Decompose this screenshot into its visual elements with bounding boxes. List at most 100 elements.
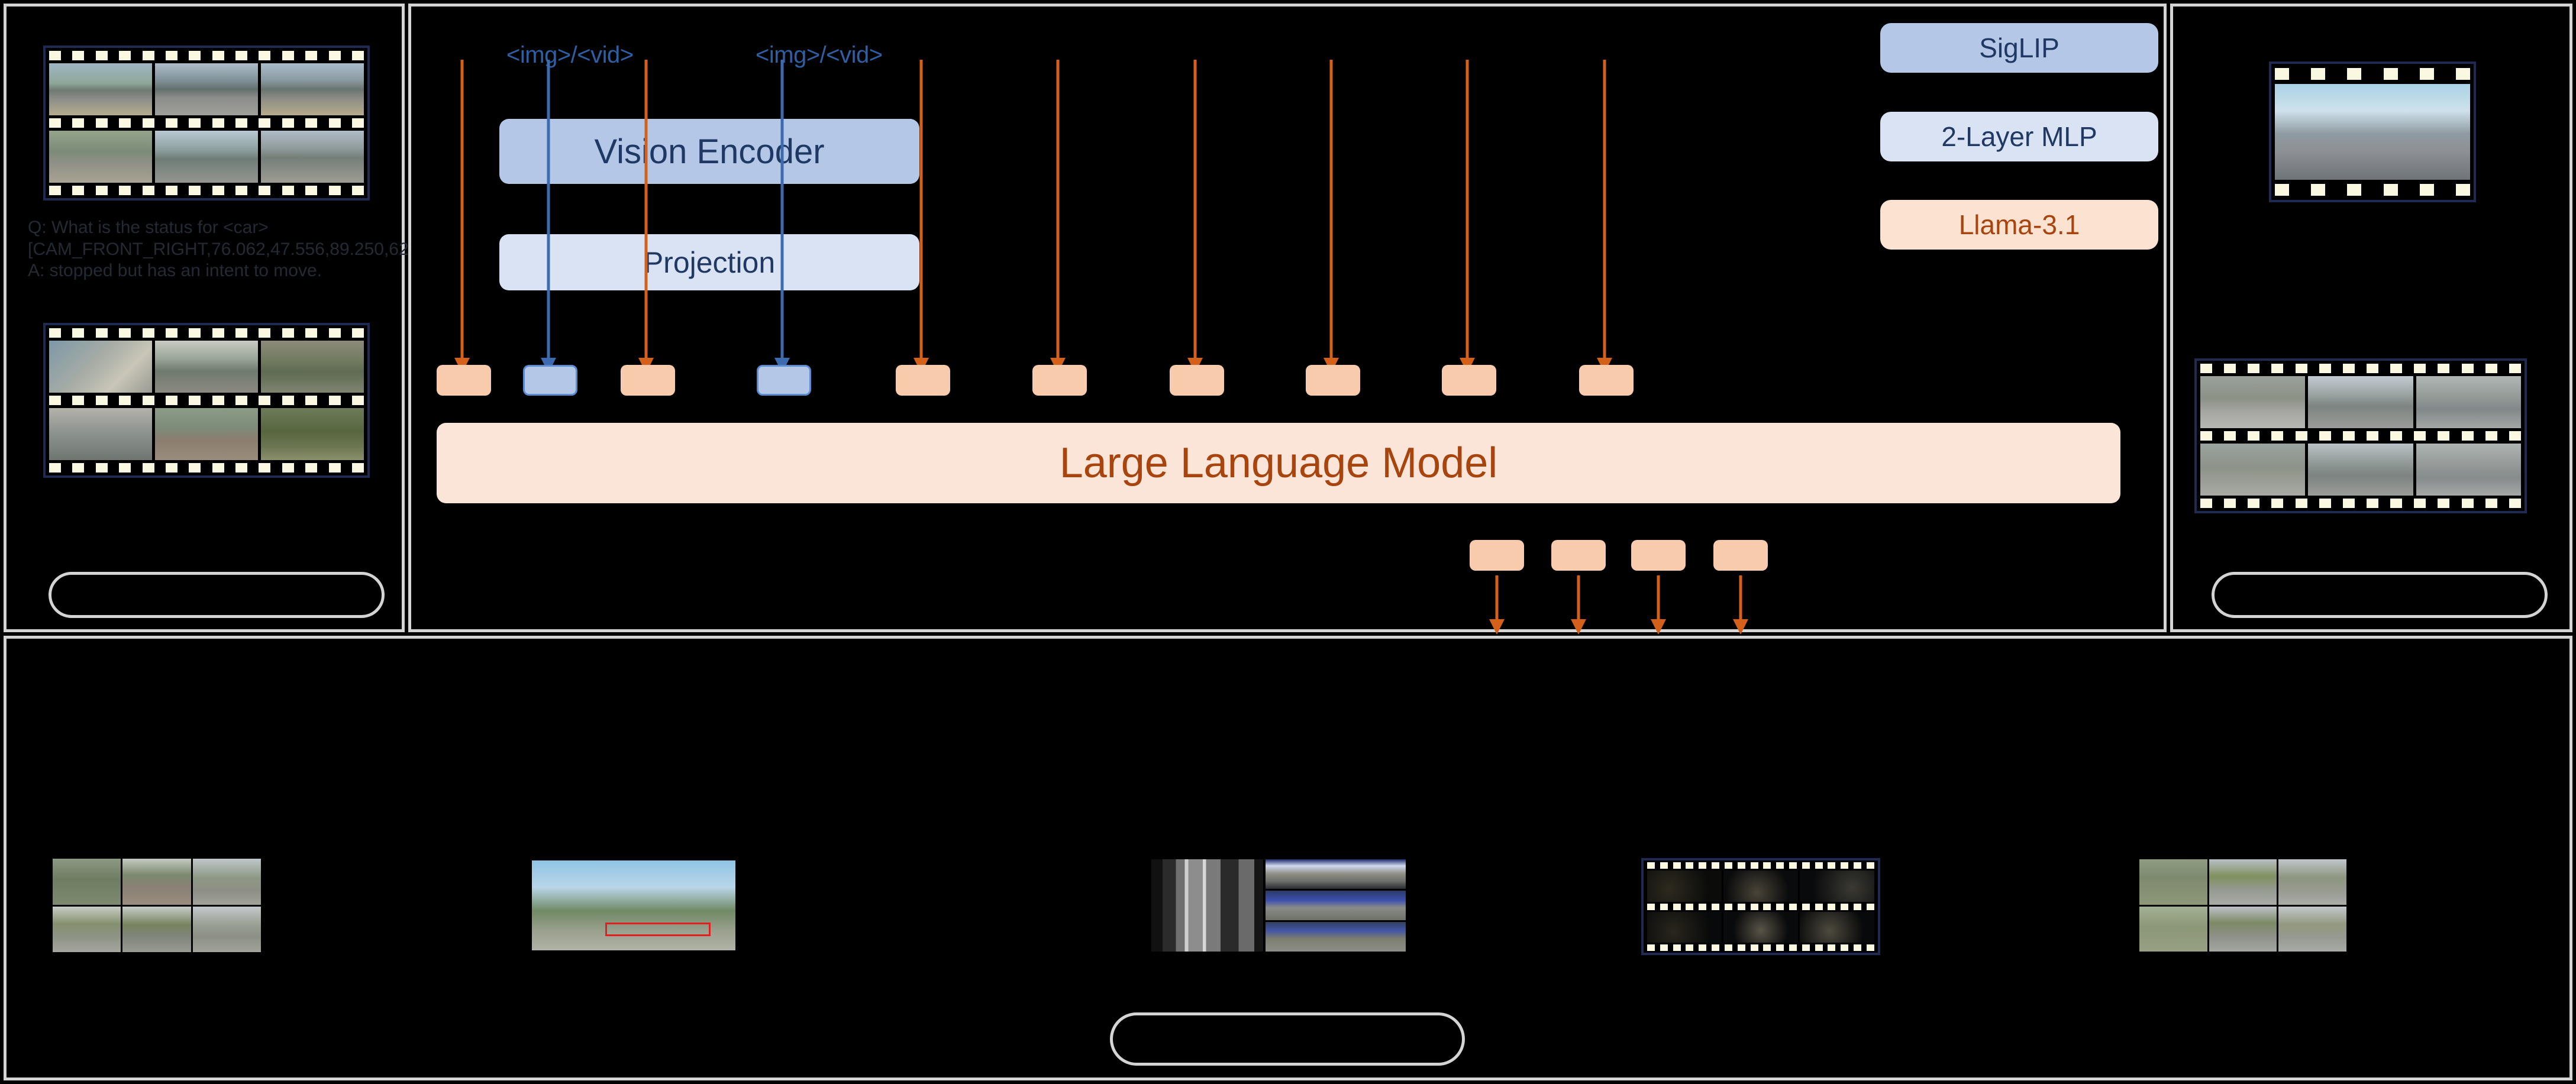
input-token-7[interactable] — [1170, 365, 1224, 396]
legend-item-llama: Llama-3.1 — [1880, 200, 2158, 250]
output-token-4[interactable] — [1713, 540, 1768, 571]
dataset-image — [2209, 859, 2277, 905]
highway-view-stack — [1266, 859, 1406, 952]
perforation — [1776, 862, 1784, 869]
perforation — [72, 118, 85, 128]
perforation — [235, 51, 247, 60]
perforation — [305, 396, 318, 405]
perforation-row-bottom — [2271, 180, 2474, 200]
perforation — [305, 51, 318, 60]
perforation — [95, 328, 108, 338]
perforation-row-bottom — [2197, 496, 2525, 511]
output-token-2[interactable] — [1551, 540, 1606, 571]
perforation — [72, 51, 85, 60]
input-token-3[interactable] — [621, 365, 675, 396]
perforation — [259, 328, 271, 338]
perforation — [2311, 184, 2326, 196]
camera-view-row — [2271, 84, 2474, 180]
camera-view-night — [1800, 871, 1874, 902]
perforation — [1841, 903, 1849, 910]
perforation-row-mid — [46, 393, 367, 408]
vision-encoder-block[interactable]: Vision Encoder — [499, 119, 919, 184]
perforation — [2295, 364, 2307, 373]
perforation — [1866, 862, 1874, 869]
dataset-group-5 — [2139, 859, 2346, 952]
legend-item-siglip: SigLIP — [1880, 23, 2158, 73]
perforation — [212, 463, 224, 473]
camera-view-row — [2197, 376, 2525, 428]
perforation — [119, 118, 131, 128]
perforation — [142, 118, 154, 128]
perforation — [1776, 903, 1784, 910]
output-arrow-3 — [1651, 575, 1666, 635]
input-token-6[interactable] — [1032, 365, 1087, 396]
perforation — [1802, 903, 1810, 910]
input-token-5[interactable] — [896, 365, 950, 396]
output-token-3[interactable] — [1631, 540, 1686, 571]
perforation — [1686, 903, 1694, 910]
perforation — [2390, 499, 2403, 508]
perforation — [1686, 944, 1694, 951]
perforation — [351, 463, 364, 473]
dataset-image — [2139, 906, 2207, 952]
right-example-panel — [2170, 4, 2572, 632]
perforation-row-top — [46, 325, 367, 341]
input-token-4[interactable] — [757, 365, 811, 396]
perforation — [165, 186, 177, 195]
input-arrow-1 — [454, 60, 470, 373]
perforation — [2200, 499, 2212, 508]
input-token-2[interactable] — [523, 365, 577, 396]
perforation — [1673, 862, 1681, 869]
camera-view — [49, 341, 152, 393]
perforation — [259, 118, 271, 128]
output-token-1[interactable] — [1470, 540, 1524, 571]
perforation — [1737, 903, 1745, 910]
perforation — [1647, 862, 1655, 869]
perforation — [142, 186, 154, 195]
perforation — [1712, 944, 1720, 951]
camera-view — [261, 131, 364, 183]
perforation — [212, 186, 224, 195]
perforation — [119, 51, 131, 60]
dataset-image — [1266, 859, 1406, 889]
perforation — [2347, 68, 2362, 80]
perforation — [1815, 862, 1823, 869]
perforation — [235, 118, 247, 128]
input-tag-1: <img>/<vid> — [506, 42, 634, 68]
perforation — [95, 118, 108, 128]
camera-view-row — [1644, 911, 1878, 943]
projection-block[interactable]: Projection — [499, 234, 919, 290]
perforation — [282, 118, 294, 128]
camera-view-row — [46, 408, 367, 460]
filmstrip-right-top — [2269, 62, 2476, 202]
legend-item-mlp: 2-Layer MLP — [1880, 112, 2158, 161]
camera-view-night — [1647, 911, 1722, 943]
dataset-image — [192, 859, 261, 905]
input-token-10[interactable] — [1579, 365, 1634, 396]
perforation — [259, 51, 271, 60]
perforation — [1660, 862, 1668, 869]
perforation — [2485, 364, 2497, 373]
large-language-model-block[interactable]: Large Language Model — [437, 423, 2120, 503]
perforation — [2342, 431, 2355, 441]
perforation — [351, 186, 364, 195]
filmstrip-right-bottom — [2194, 358, 2527, 513]
camera-view-night — [1800, 911, 1874, 943]
camera-view — [2416, 444, 2521, 496]
perforation — [2414, 364, 2426, 373]
perforation — [1712, 903, 1720, 910]
perforation — [1712, 862, 1720, 869]
perforation — [49, 186, 61, 195]
perforation — [212, 396, 224, 405]
perforation — [49, 328, 61, 338]
perforation — [1699, 903, 1707, 910]
input-token-1[interactable] — [437, 365, 491, 396]
perforation — [1854, 862, 1861, 869]
perforation — [95, 51, 108, 60]
input-token-8[interactable] — [1306, 365, 1360, 396]
input-token-9[interactable] — [1442, 365, 1496, 396]
perforation — [49, 463, 61, 473]
output-arrow-1 — [1489, 575, 1505, 635]
perforation — [1815, 903, 1823, 910]
perforation — [351, 118, 364, 128]
